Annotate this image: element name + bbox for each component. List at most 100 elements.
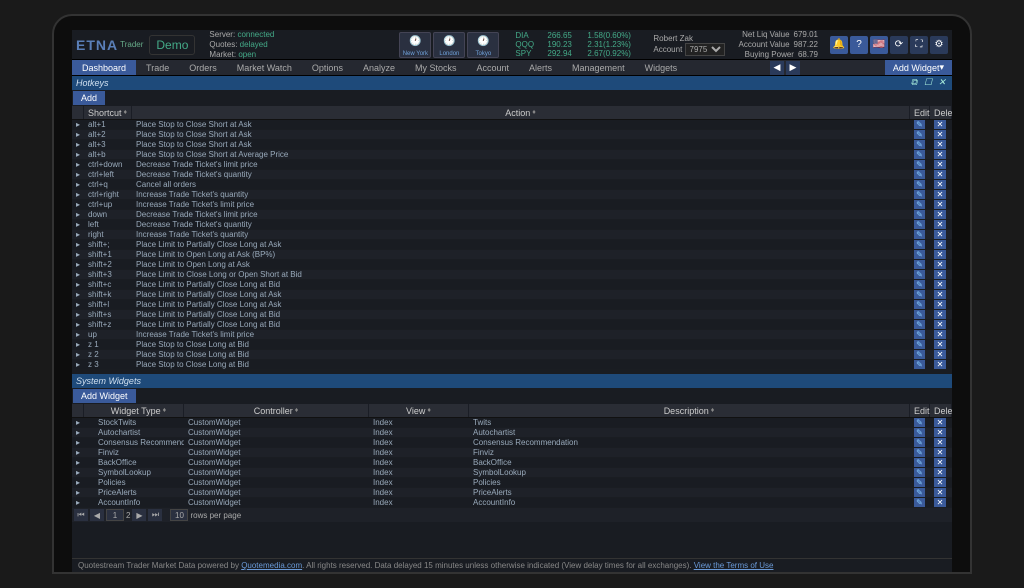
delete-icon[interactable]: ✕ bbox=[934, 140, 946, 149]
expand-icon[interactable]: ▸ bbox=[72, 320, 84, 329]
edit-icon[interactable]: ✎ bbox=[914, 418, 925, 427]
panel-max-icon[interactable]: ☐ bbox=[922, 77, 934, 89]
expand-icon[interactable]: ▸ bbox=[72, 498, 84, 507]
hotkeys-add-button[interactable]: Add bbox=[73, 91, 105, 105]
delete-icon[interactable]: ✕ bbox=[934, 130, 946, 139]
widgets-add-button[interactable]: Add Widget bbox=[73, 389, 136, 403]
tabs-next-icon[interactable]: ▶ bbox=[786, 61, 800, 75]
edit-icon[interactable]: ✎ bbox=[914, 448, 925, 457]
expand-icon[interactable]: ▸ bbox=[72, 240, 84, 249]
edit-icon[interactable]: ✎ bbox=[914, 428, 925, 437]
delete-icon[interactable]: ✕ bbox=[934, 438, 946, 447]
col-shortcut[interactable]: Shortcut♦ bbox=[84, 106, 132, 119]
delete-icon[interactable]: ✕ bbox=[934, 280, 946, 289]
edit-icon[interactable]: ✎ bbox=[914, 438, 925, 447]
tab-market-watch[interactable]: Market Watch bbox=[227, 60, 302, 75]
expand-icon[interactable]: ▸ bbox=[72, 170, 84, 179]
tab-account[interactable]: Account bbox=[467, 60, 520, 75]
delete-icon[interactable]: ✕ bbox=[934, 160, 946, 169]
tabs-prev-icon[interactable]: ◀ bbox=[770, 61, 784, 75]
expand-icon[interactable]: ▸ bbox=[72, 330, 84, 339]
fullscreen-icon[interactable]: ⛶ bbox=[910, 36, 928, 54]
pager-prev-icon[interactable]: ◀ bbox=[90, 509, 104, 521]
account-select[interactable]: 7975 bbox=[685, 43, 725, 56]
delete-icon[interactable]: ✕ bbox=[934, 310, 946, 319]
edit-icon[interactable]: ✎ bbox=[914, 130, 925, 139]
expand-icon[interactable]: ▸ bbox=[72, 220, 84, 229]
bell-icon[interactable]: 🔔 bbox=[830, 36, 848, 54]
add-widget-dropdown[interactable]: Add Widget ▾ bbox=[885, 60, 952, 75]
refresh-icon[interactable]: ⟳ bbox=[890, 36, 908, 54]
delete-icon[interactable]: ✕ bbox=[934, 250, 946, 259]
expand-icon[interactable]: ▸ bbox=[72, 448, 84, 457]
edit-icon[interactable]: ✎ bbox=[914, 300, 925, 309]
edit-icon[interactable]: ✎ bbox=[914, 360, 925, 369]
expand-icon[interactable]: ▸ bbox=[72, 360, 84, 369]
delete-icon[interactable]: ✕ bbox=[934, 418, 946, 427]
expand-icon[interactable]: ▸ bbox=[72, 210, 84, 219]
col-action[interactable]: Action♦ bbox=[132, 106, 910, 119]
expand-icon[interactable]: ▸ bbox=[72, 428, 84, 437]
edit-icon[interactable]: ✎ bbox=[914, 170, 925, 179]
delete-icon[interactable]: ✕ bbox=[934, 120, 946, 129]
expand-icon[interactable]: ▸ bbox=[72, 310, 84, 319]
expand-icon[interactable]: ▸ bbox=[72, 190, 84, 199]
delete-icon[interactable]: ✕ bbox=[934, 180, 946, 189]
expand-icon[interactable]: ▸ bbox=[72, 340, 84, 349]
pager-size-input[interactable] bbox=[170, 509, 188, 521]
delete-icon[interactable]: ✕ bbox=[934, 200, 946, 209]
edit-icon[interactable]: ✎ bbox=[914, 468, 925, 477]
expand-icon[interactable]: ▸ bbox=[72, 290, 84, 299]
edit-icon[interactable]: ✎ bbox=[914, 240, 925, 249]
edit-icon[interactable]: ✎ bbox=[914, 250, 925, 259]
expand-icon[interactable]: ▸ bbox=[72, 230, 84, 239]
delete-icon[interactable]: ✕ bbox=[934, 210, 946, 219]
footer-link-terms[interactable]: View the Terms of Use bbox=[694, 561, 774, 570]
edit-icon[interactable]: ✎ bbox=[914, 478, 925, 487]
expand-icon[interactable]: ▸ bbox=[72, 150, 84, 159]
expand-icon[interactable]: ▸ bbox=[72, 280, 84, 289]
edit-icon[interactable]: ✎ bbox=[914, 230, 925, 239]
expand-icon[interactable]: ▸ bbox=[72, 200, 84, 209]
col-widget-type[interactable]: Widget Type♦ bbox=[84, 404, 184, 417]
edit-icon[interactable]: ✎ bbox=[914, 180, 925, 189]
expand-icon[interactable]: ▸ bbox=[72, 130, 84, 139]
edit-icon[interactable]: ✎ bbox=[914, 350, 925, 359]
tab-widgets[interactable]: Widgets bbox=[635, 60, 688, 75]
delete-icon[interactable]: ✕ bbox=[934, 360, 946, 369]
delete-icon[interactable]: ✕ bbox=[934, 330, 946, 339]
edit-icon[interactable]: ✎ bbox=[914, 270, 925, 279]
expand-icon[interactable]: ▸ bbox=[72, 140, 84, 149]
delete-icon[interactable]: ✕ bbox=[934, 458, 946, 467]
expand-icon[interactable]: ▸ bbox=[72, 438, 84, 447]
tab-alerts[interactable]: Alerts bbox=[519, 60, 562, 75]
tab-options[interactable]: Options bbox=[302, 60, 353, 75]
delete-icon[interactable]: ✕ bbox=[934, 220, 946, 229]
edit-icon[interactable]: ✎ bbox=[914, 160, 925, 169]
edit-icon[interactable]: ✎ bbox=[914, 200, 925, 209]
expand-icon[interactable]: ▸ bbox=[72, 250, 84, 259]
edit-icon[interactable]: ✎ bbox=[914, 280, 925, 289]
delete-icon[interactable]: ✕ bbox=[934, 468, 946, 477]
edit-icon[interactable]: ✎ bbox=[914, 210, 925, 219]
delete-icon[interactable]: ✕ bbox=[934, 170, 946, 179]
footer-link-quotemedia[interactable]: Quotemedia.com bbox=[241, 561, 302, 570]
delete-icon[interactable]: ✕ bbox=[934, 350, 946, 359]
edit-icon[interactable]: ✎ bbox=[914, 140, 925, 149]
tab-trade[interactable]: Trade bbox=[136, 60, 179, 75]
pager-last-icon[interactable]: ⏭ bbox=[148, 509, 162, 521]
edit-icon[interactable]: ✎ bbox=[914, 340, 925, 349]
help-icon[interactable]: ? bbox=[850, 36, 868, 54]
flag-icon[interactable]: 🇺🇸 bbox=[870, 36, 888, 54]
delete-icon[interactable]: ✕ bbox=[934, 240, 946, 249]
edit-icon[interactable]: ✎ bbox=[914, 488, 925, 497]
delete-icon[interactable]: ✕ bbox=[934, 320, 946, 329]
edit-icon[interactable]: ✎ bbox=[914, 150, 925, 159]
expand-icon[interactable]: ▸ bbox=[72, 350, 84, 359]
expand-icon[interactable]: ▸ bbox=[72, 180, 84, 189]
edit-icon[interactable]: ✎ bbox=[914, 458, 925, 467]
tab-analyze[interactable]: Analyze bbox=[353, 60, 405, 75]
edit-icon[interactable]: ✎ bbox=[914, 320, 925, 329]
expand-icon[interactable]: ▸ bbox=[72, 300, 84, 309]
delete-icon[interactable]: ✕ bbox=[934, 488, 946, 497]
